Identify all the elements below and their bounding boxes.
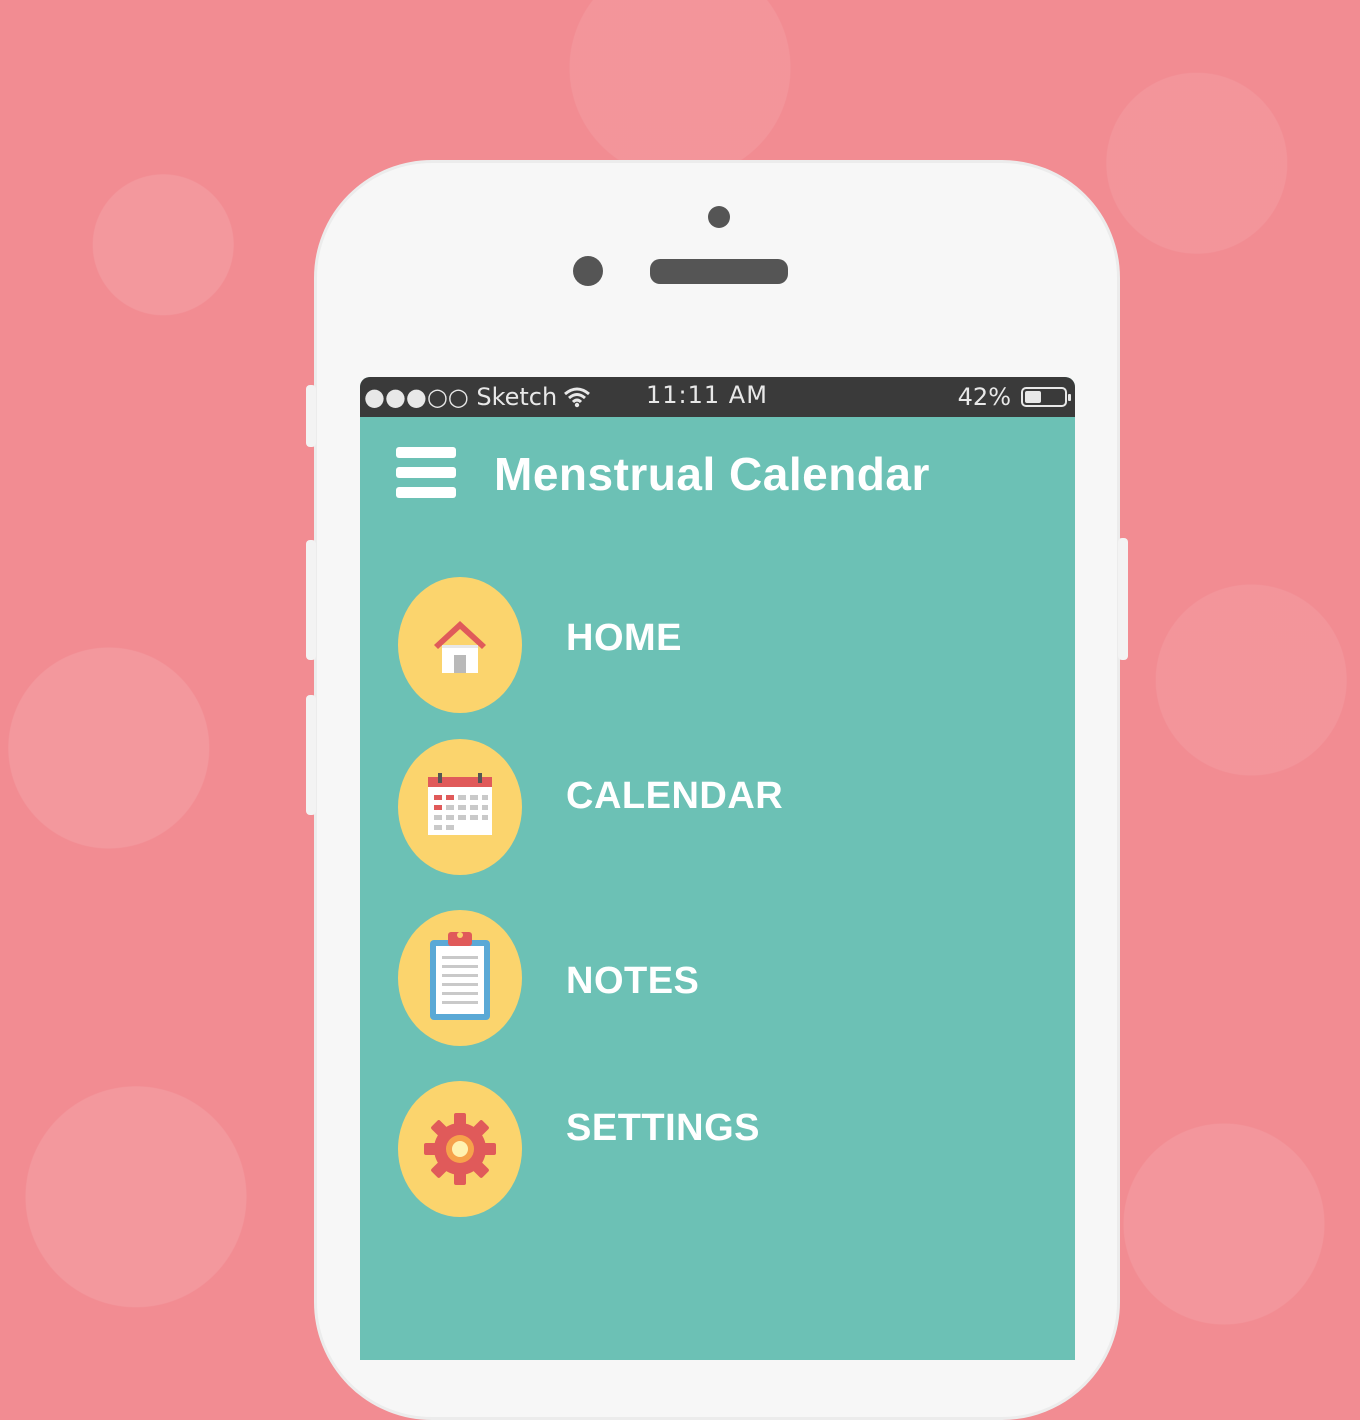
phone-volume-up bbox=[306, 540, 316, 660]
status-time: 11:11 AM bbox=[646, 381, 768, 409]
nav-label-notes: NOTES bbox=[566, 960, 700, 1002]
nav-icon-circle bbox=[398, 577, 522, 713]
phone-volume-down bbox=[306, 695, 316, 815]
nav-item-home[interactable]: HOME bbox=[398, 577, 998, 717]
phone-front-camera bbox=[573, 256, 603, 286]
phone-sensor bbox=[708, 206, 730, 228]
battery-level bbox=[1025, 391, 1041, 403]
app-screen: ●●●○○ Sketch 11:11 AM 42% Menstrual Cale… bbox=[360, 377, 1075, 1360]
gear-icon bbox=[424, 1113, 496, 1185]
nav-label-calendar: CALENDAR bbox=[566, 775, 784, 817]
nav-icon-circle bbox=[398, 739, 522, 875]
phone-power-button bbox=[1118, 538, 1128, 660]
nav-label-settings: SETTINGS bbox=[566, 1107, 761, 1149]
wifi-icon bbox=[564, 387, 591, 408]
status-bar: ●●●○○ Sketch 11:11 AM 42% bbox=[360, 377, 1075, 417]
nav-item-calendar[interactable]: CALENDAR bbox=[398, 739, 998, 879]
nav-icon-circle bbox=[398, 910, 522, 1046]
battery-percent: 42% bbox=[957, 383, 1011, 411]
carrier-text: ●●●○○ Sketch bbox=[364, 383, 558, 411]
phone-mute-switch bbox=[306, 385, 316, 447]
calendar-icon bbox=[428, 773, 492, 835]
nav-item-notes[interactable]: NOTES bbox=[398, 910, 998, 1050]
home-icon bbox=[434, 621, 486, 673]
app-title: Menstrual Calendar bbox=[494, 448, 930, 500]
nav-icon-circle bbox=[398, 1081, 522, 1217]
phone-speaker bbox=[650, 259, 788, 284]
nav-label-home: HOME bbox=[566, 617, 682, 659]
battery-icon bbox=[1021, 387, 1071, 407]
notes-clipboard-icon bbox=[430, 932, 490, 1020]
hamburger-menu-icon[interactable] bbox=[396, 447, 456, 499]
nav-item-settings[interactable]: SETTINGS bbox=[398, 1081, 998, 1221]
